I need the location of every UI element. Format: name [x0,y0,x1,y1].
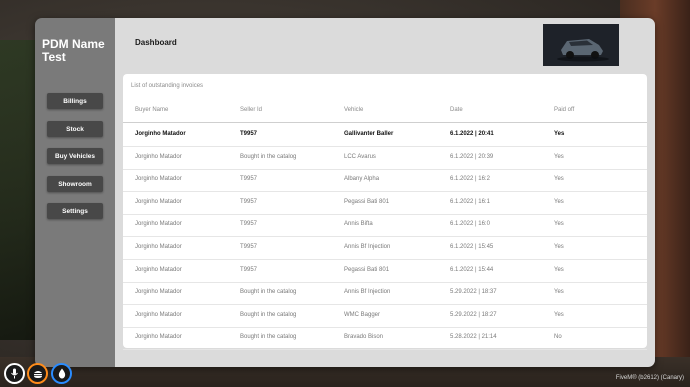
tablet-window: PDM Name Test Billings Stock Buy Vehicle… [35,18,655,367]
table-row[interactable]: Jorginho Matador T9957 Pegassi Bati 801 6.1… [123,191,647,215]
cell-buyer-name: Jorginho Matador [135,198,182,205]
cell-date: 6.1.2022 | 20:39 [450,153,494,160]
table-row[interactable]: Jorginho Matador T9957 Annis Bifta 6.1.2022… [123,213,647,238]
main-content: Dashboard List of outstanding invoices B… [115,18,655,367]
cell-vehicle: WMC Bagger [344,311,381,318]
cell-paid-off: Yes [554,221,564,228]
background-plant [0,40,40,340]
top-right-status [683,1,687,7]
cell-buyer-name: Jorginho Matador [135,289,182,296]
cell-seller-id: T9957 [240,244,258,250]
table-row[interactable]: Jorginho Matador Bought in the catalog Bra… [123,326,647,351]
cell-vehicle: LCC Avarus [344,153,376,160]
cell-buyer-name: Jorginho Matador [135,311,182,318]
hunger-indicator [27,363,48,384]
brand-title: PDM Name Test [42,37,105,64]
cell-buyer-name: Jorginho Matador [135,153,182,160]
page-title: Dashboard [135,38,177,47]
cell-vehicle: Albany Alpha [344,176,380,183]
cell-seller-id: Bought in the catalog [240,311,297,318]
food-icon [33,370,42,378]
cell-date: 6.1.2022 | 16:1 [450,198,490,205]
vehicle-thumbnail [543,24,619,66]
cell-date: 6.1.2022 | 15:44 [450,266,494,273]
cell-paid-off: Yes [554,198,564,205]
cell-paid-off: No [554,334,562,341]
cell-seller-id: T9957 [240,266,258,273]
column-header-buyer-name: Buyer Name [135,107,169,113]
cell-vehicle: Pegassi Bati 801 [344,198,390,205]
cell-buyer-name: Jorginho Matador [135,176,182,183]
panel-title: List of outstanding invoices [131,83,204,89]
cell-date: 6.1.2022 | 16:0 [450,221,490,228]
cell-date: 6.1.2022 | 20:41 [450,131,494,137]
table-row[interactable]: Jorginho Matador T9957 Albany Alpha 6.1.202… [123,168,647,193]
table-row[interactable]: Jorginho Matador Bought in the catalog Ann… [123,281,647,306]
showroom-button[interactable]: Showroom [47,176,103,192]
cell-date: 5.28.2022 | 21:14 [450,334,497,341]
column-header-date: Date [450,107,463,113]
cell-vehicle: Bravado Bison [344,334,384,341]
cell-seller-id: T9957 [240,221,258,228]
cell-seller-id: T9957 [240,176,258,183]
fivem-watermark: FiveM® (b2612) (Canary) [615,375,684,381]
car-image-icon [543,24,619,66]
water-drop-icon [58,368,65,379]
microphone-icon [11,368,18,379]
cell-seller-id: T9957 [240,131,258,137]
column-header-seller-id: Seller Id [240,107,263,113]
sidebar: PDM Name Test Billings Stock Buy Vehicle… [35,18,115,367]
cell-vehicle: Annis Bifta [344,221,373,228]
cell-vehicle: Annis Bf Injection [344,244,391,250]
table-row[interactable]: Jorginho Matador Bought in the catalog LCC… [123,146,647,170]
settings-button[interactable]: Settings [47,203,103,219]
cell-seller-id: Bought in the catalog [240,334,297,341]
cell-vehicle: Pegassi Bati 801 [344,266,390,273]
cell-paid-off: Yes [554,244,564,250]
cell-buyer-name: Jorginho Matador [135,334,182,341]
cell-buyer-name: Jorginho Matador [135,244,182,250]
table-row[interactable]: Jorginho Matador T9957 Annis Bf Injection 6… [123,236,647,260]
column-header-paid-off: Paid off [554,107,575,113]
voice-indicator [4,363,25,384]
invoices-panel: List of outstanding invoices Buyer Name … [123,74,647,351]
cell-seller-id: Bought in the catalog [240,153,297,160]
cell-date: 5.29.2022 | 18:27 [450,311,497,318]
billings-button[interactable]: Billings [47,93,103,109]
cell-buyer-name: Jorginho Matador [135,221,182,228]
cell-date: 6.1.2022 | 15:45 [450,244,494,250]
cell-date: 6.1.2022 | 16:2 [450,176,490,183]
cell-date: 5.29.2022 | 18:37 [450,289,497,296]
cell-paid-off: Yes [554,131,565,137]
cell-vehicle: Annis Bf Injection [344,289,391,296]
column-header-vehicle: Vehicle [344,107,364,113]
table-row[interactable]: Jorginho Matador T9957 Gallivanter Baller 6… [123,123,647,147]
table-row[interactable]: Jorginho Matador T9957 Pegassi Bati 801 6.1… [123,259,647,283]
cell-paid-off: Yes [554,176,564,183]
table-row[interactable]: Jorginho Matador Bought in the catalog WMC… [123,304,647,328]
cell-seller-id: T9957 [240,198,258,205]
buy-vehicles-button[interactable]: Buy Vehicles [47,148,103,164]
stock-button[interactable]: Stock [47,121,103,137]
cell-paid-off: Yes [554,289,564,296]
cell-buyer-name: Jorginho Matador [135,266,182,273]
thirst-indicator [51,363,72,384]
cell-vehicle: Gallivanter Baller [344,131,394,137]
cell-paid-off: Yes [554,153,564,160]
cell-seller-id: Bought in the catalog [240,289,297,296]
cell-paid-off: Yes [554,266,564,273]
cell-paid-off: Yes [554,311,564,318]
cell-buyer-name: Jorginho Matador [135,131,186,137]
